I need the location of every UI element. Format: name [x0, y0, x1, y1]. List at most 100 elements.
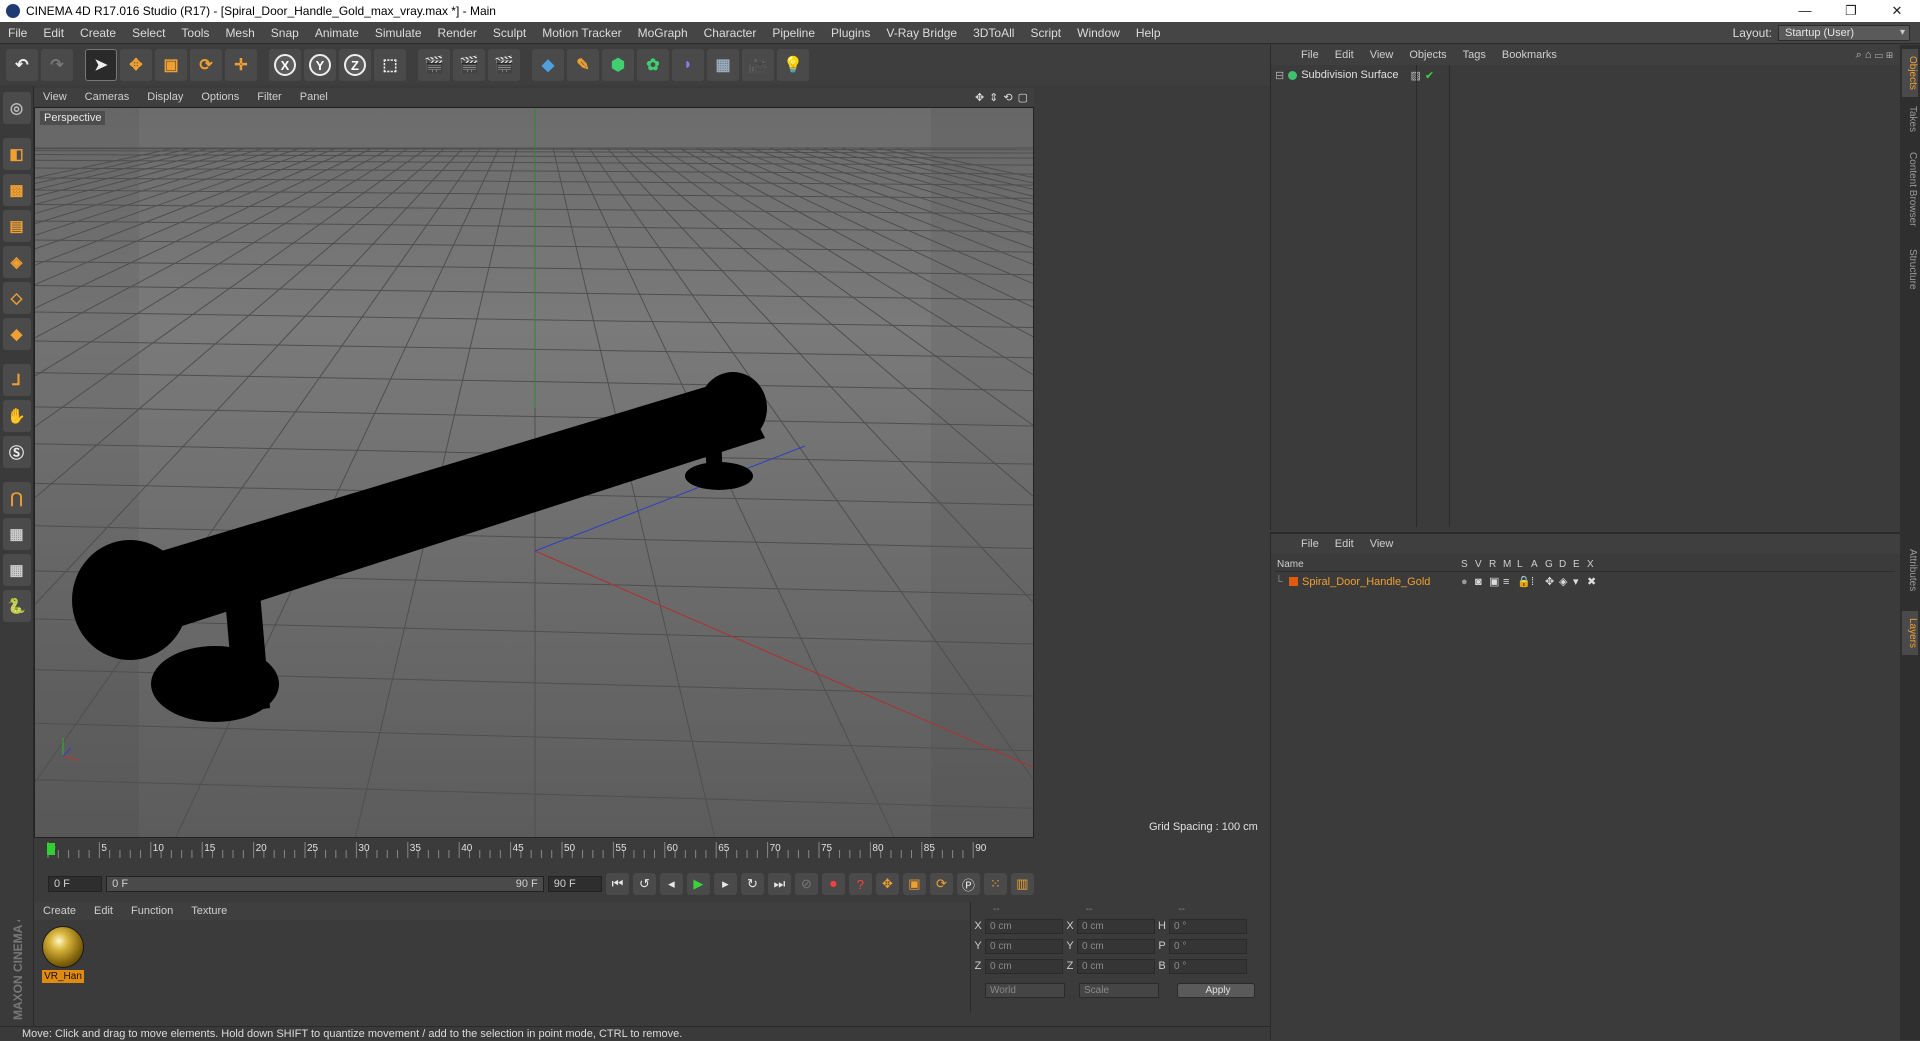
tab-attributes[interactable]: Attributes — [1902, 535, 1918, 605]
objects-menu-file[interactable]: File — [1293, 49, 1327, 61]
key-parameter-icon[interactable]: Ⓟ — [956, 873, 980, 895]
autokeying-icon[interactable]: ? — [848, 873, 872, 895]
objects-menu-edit[interactable]: Edit — [1327, 49, 1362, 61]
deformer-icon[interactable]: ◗ — [672, 49, 704, 81]
axis-mode-icon[interactable]: ⅃ — [2, 364, 31, 396]
key-pla-icon[interactable]: ⁙ — [983, 873, 1007, 895]
dolly-icon[interactable]: ⇕ — [989, 91, 998, 104]
python-icon[interactable]: 🐍 — [2, 590, 31, 622]
objects-menu-objects[interactable]: Objects — [1401, 49, 1454, 61]
make-editable-icon[interactable]: ◎ — [2, 92, 31, 124]
rotation-h-field[interactable]: 0 ° — [1169, 918, 1247, 934]
objects-menu-bookmarks[interactable]: Bookmarks — [1494, 49, 1565, 61]
rotation-b-field[interactable]: 0 ° — [1169, 958, 1247, 974]
menu-pipeline[interactable]: Pipeline — [764, 22, 823, 44]
layer-color-swatch[interactable] — [1289, 577, 1298, 586]
material-name-label[interactable]: VR_Han — [42, 970, 84, 983]
orbit-icon[interactable]: ⟲ — [1003, 91, 1012, 104]
menu-help[interactable]: Help — [1128, 22, 1169, 44]
rotate-tool-icon[interactable]: ⟳ — [190, 49, 222, 81]
animation-toggle-icon[interactable]: ⁞ — [1531, 576, 1545, 588]
go-to-start-icon[interactable]: ⏮ — [605, 873, 629, 895]
render-picture-viewer-icon[interactable]: 🎬 — [453, 49, 485, 81]
material-menu-create[interactable]: Create — [34, 905, 85, 917]
playhead-marker[interactable] — [47, 843, 55, 855]
maximize-view-icon[interactable]: ▢ — [1018, 91, 1028, 104]
tab-objects[interactable]: Objects — [1902, 49, 1918, 97]
size-z-field[interactable]: 0 cm — [1077, 958, 1155, 974]
menu-select[interactable]: Select — [124, 22, 173, 44]
undo-icon[interactable]: ↶ — [6, 49, 38, 81]
material-menu-texture[interactable]: Texture — [182, 905, 236, 917]
manager-toggle-icon[interactable]: ≡ — [1503, 576, 1517, 588]
key-position-icon[interactable]: ✥ — [875, 873, 899, 895]
previous-key-icon[interactable]: ↺ — [632, 873, 656, 895]
menu-simulate[interactable]: Simulate — [367, 22, 430, 44]
layer-list-item[interactable]: └ Spiral_Door_Handle_Gold ● ◙ ▣ ≡ 🔒 ⁞ ✥ … — [1275, 574, 1895, 589]
next-key-icon[interactable]: ↻ — [740, 873, 764, 895]
perspective-viewport[interactable] — [34, 107, 1034, 838]
go-to-end-icon[interactable]: ⏭ — [767, 873, 791, 895]
size-y-field[interactable]: 0 cm — [1077, 938, 1155, 954]
lock-toggle-icon[interactable]: 🔒 — [1517, 575, 1531, 588]
end-frame-field[interactable]: 90 F — [547, 876, 602, 892]
menu-sculpt[interactable]: Sculpt — [485, 22, 534, 44]
expand-toggle-icon[interactable]: ⊟ — [1275, 69, 1284, 82]
floor-environment-icon[interactable]: ▦ — [707, 49, 739, 81]
points-mode-icon[interactable]: ◈ — [2, 246, 31, 278]
x-axis-lock-icon[interactable]: X — [269, 49, 301, 81]
start-frame-field[interactable]: 0 F — [48, 876, 103, 892]
position-x-field[interactable]: 0 cm — [985, 918, 1063, 934]
coordinate-space-dropdown[interactable]: World — [985, 982, 1065, 998]
workplane-mode-icon[interactable]: ▤ — [2, 210, 31, 242]
light-bulb-icon[interactable]: 💡 — [777, 49, 809, 81]
maximize-button[interactable]: ❐ — [1828, 0, 1874, 22]
rotation-p-field[interactable]: 0 ° — [1169, 938, 1247, 954]
menu-create[interactable]: Create — [72, 22, 124, 44]
preview-range-slider[interactable]: 0 F 90 F — [106, 876, 544, 892]
position-y-field[interactable]: 0 cm — [985, 938, 1063, 954]
generators-toggle-icon[interactable]: ✥ — [1545, 575, 1559, 588]
timeline-window-icon[interactable]: ▥ — [1010, 873, 1034, 895]
menu-file[interactable]: File — [0, 22, 35, 44]
enabled-check-icon[interactable]: ✔ — [1425, 69, 1434, 82]
close-button[interactable]: ✕ — [1874, 0, 1920, 22]
move-tool-icon[interactable]: ✥ — [120, 49, 152, 81]
texture-mode-icon[interactable]: ▩ — [2, 174, 31, 206]
object-name[interactable]: Subdivision Surface — [1301, 69, 1398, 81]
render-toggle-icon[interactable]: ▣ — [1489, 575, 1503, 588]
record-active-objects-icon[interactable]: ⏺ — [821, 873, 845, 895]
objects-menu-view[interactable]: View — [1362, 49, 1402, 61]
apply-button[interactable]: Apply — [1177, 982, 1255, 998]
layers-menu-file[interactable]: File — [1293, 538, 1327, 550]
select-arrow-icon[interactable]: ➤ — [85, 49, 117, 81]
scale-tool-icon[interactable]: ▣ — [155, 49, 187, 81]
layout-dropdown[interactable]: Startup (User) — [1778, 25, 1910, 41]
menu-3dtoall[interactable]: 3DToAll — [965, 22, 1022, 44]
previous-frame-icon[interactable]: ◂ — [659, 873, 683, 895]
size-x-field[interactable]: 0 cm — [1077, 918, 1155, 934]
layers-menu-edit[interactable]: Edit — [1327, 538, 1362, 550]
material-preview-sphere[interactable] — [42, 926, 84, 968]
snap-icon[interactable]: Ⓢ — [2, 436, 31, 468]
y-axis-lock-icon[interactable]: Y — [304, 49, 336, 81]
edges-mode-icon[interactable]: ◇ — [2, 282, 31, 314]
menu-script[interactable]: Script — [1022, 22, 1069, 44]
tab-structure[interactable]: Structure — [1902, 241, 1918, 297]
menu-mesh[interactable]: Mesh — [217, 22, 262, 44]
tweak-mode-icon[interactable]: ✋ — [2, 400, 31, 432]
layers-menu-view[interactable]: View — [1362, 538, 1402, 550]
viewport-menu-display[interactable]: Display — [138, 91, 192, 103]
render-view-icon[interactable]: 🎬 — [418, 49, 450, 81]
expressions-toggle-icon[interactable]: ▾ — [1573, 575, 1587, 588]
viewport-menu-options[interactable]: Options — [192, 91, 248, 103]
keyframe-selection-icon[interactable]: ⊘ — [794, 873, 818, 895]
layer-name[interactable]: Spiral_Door_Handle_Gold — [1302, 576, 1461, 588]
object-list-item[interactable]: ⊟ Subdivision Surface ▨ ✔ — [1275, 67, 1895, 83]
coordinate-system-icon[interactable]: ⬚ — [374, 49, 406, 81]
lock-workplane-icon[interactable]: ▦ — [2, 518, 31, 550]
planar-workplane-icon[interactable]: ▦ — [2, 554, 31, 586]
deformers-toggle-icon[interactable]: ◈ — [1559, 575, 1573, 588]
viewport-menu-panel[interactable]: Panel — [291, 91, 337, 103]
menu-edit[interactable]: Edit — [35, 22, 72, 44]
